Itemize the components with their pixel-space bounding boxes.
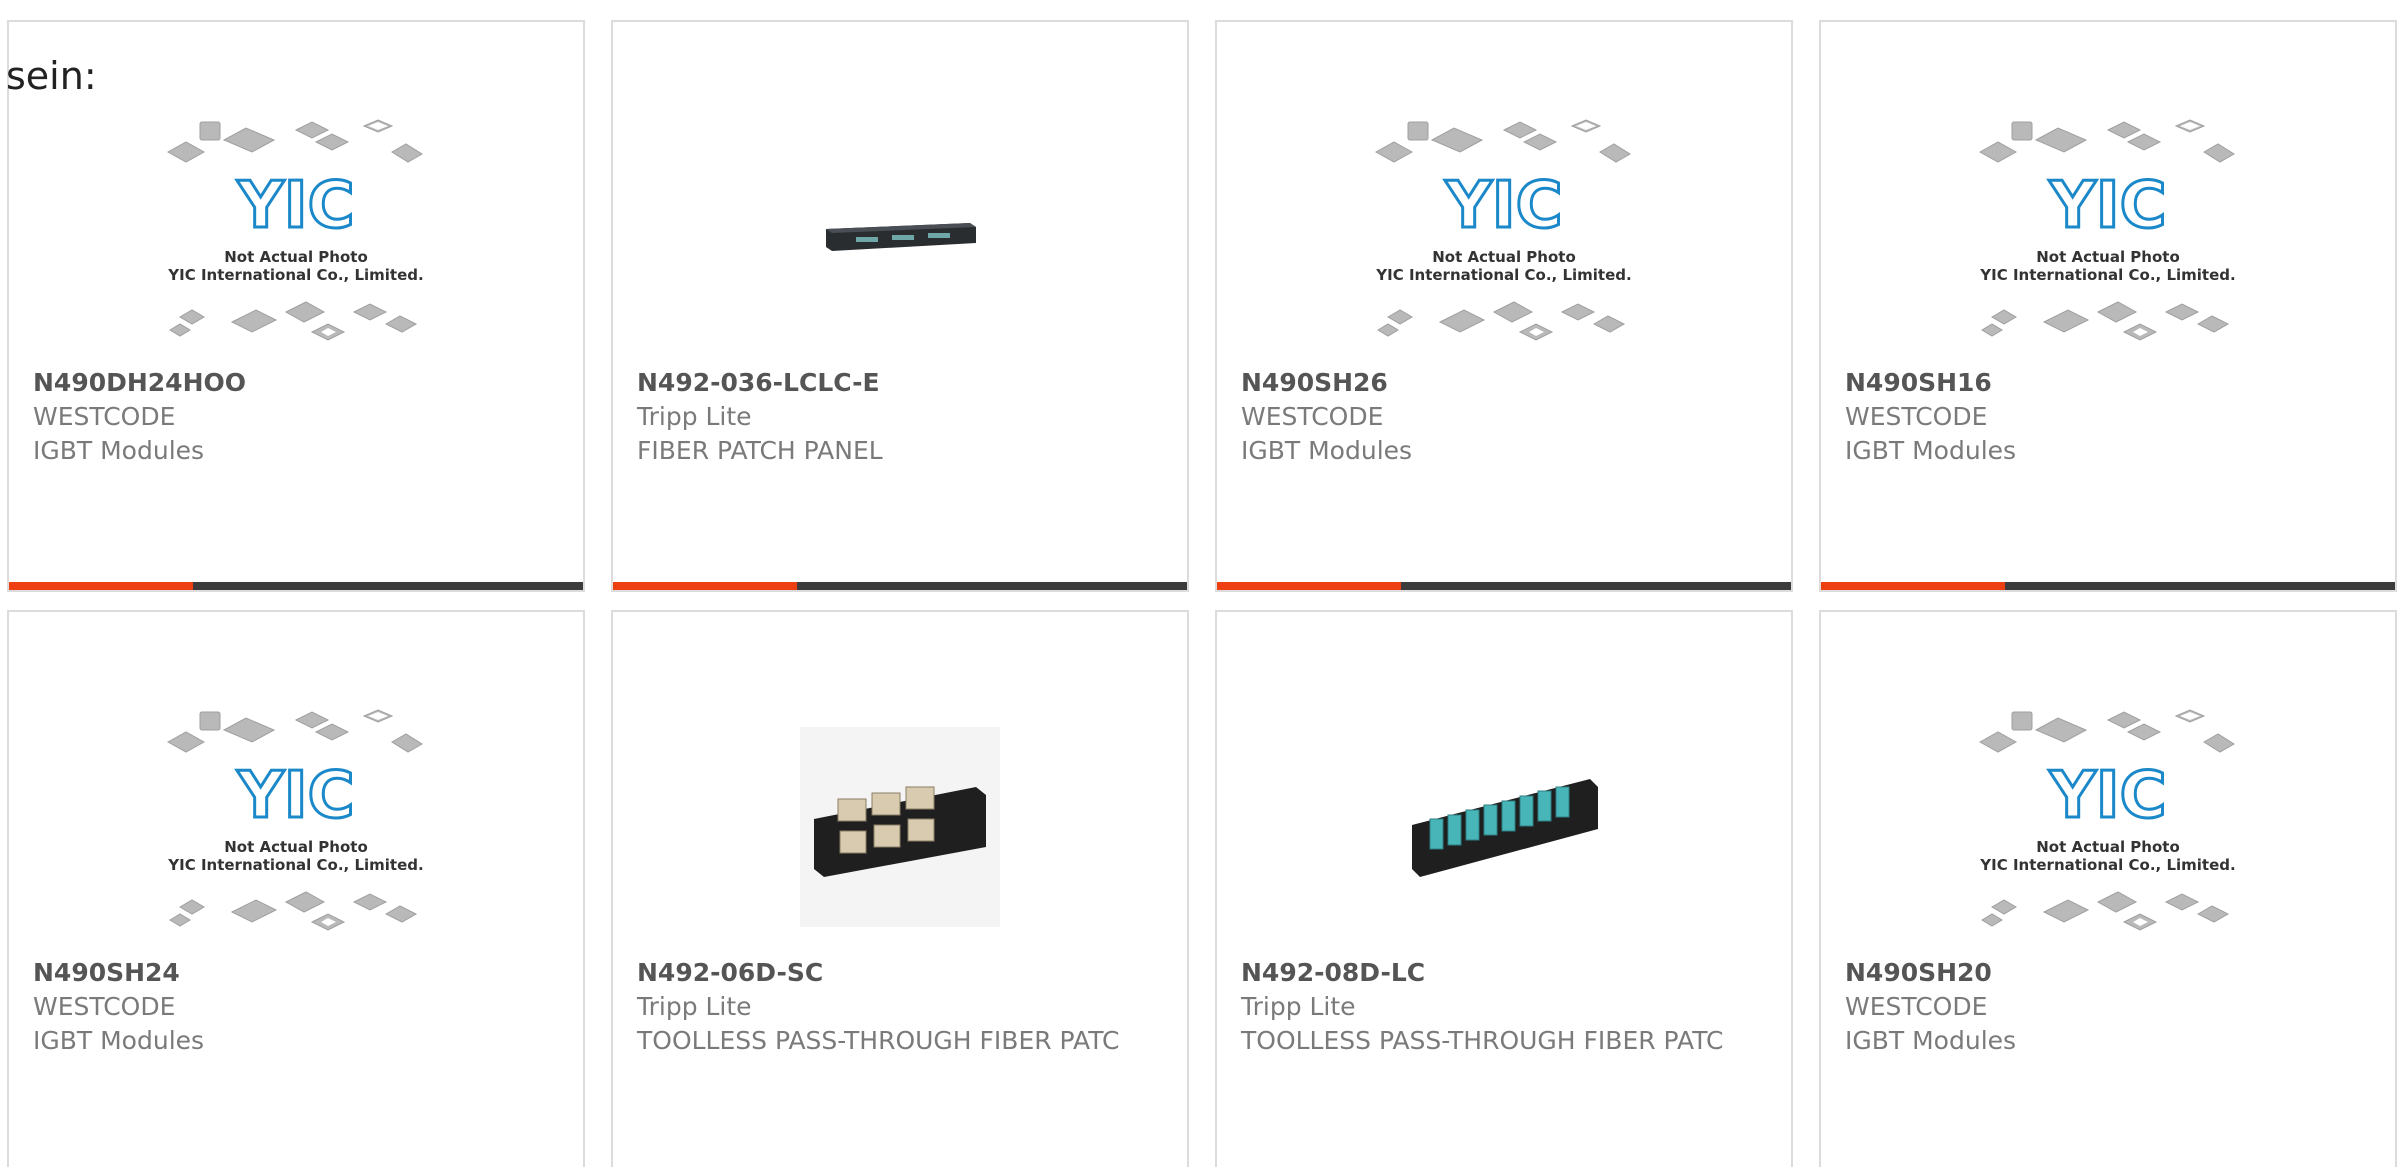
placeholder-line2: YIC International Co., Limited.: [1979, 266, 2235, 284]
product-description: IGBT Modules: [33, 1026, 205, 1055]
product-image-placeholder[interactable]: YIC Not Actual Photo YIC International C…: [9, 692, 583, 962]
product-image-placeholder[interactable]: YIC Not Actual Photo YIC International C…: [9, 102, 583, 372]
product-info: N492-08D-LC Tripp Lite TOOLLESS PASS-THR…: [1241, 956, 1771, 1058]
placeholder-line2: YIC International Co., Limited.: [1979, 856, 2235, 874]
card-accent-segment: [9, 582, 193, 590]
product-card[interactable]: N492-06D-SC Tripp Lite TOOLLESS PASS-THR…: [611, 610, 1189, 1167]
product-image[interactable]: [613, 692, 1187, 962]
lc-fiber-panel-image: [1412, 779, 1598, 877]
product-card[interactable]: YIC Not Actual Photo YIC International C…: [1215, 20, 1793, 592]
yic-placeholder-image: YIC Not Actual Photo YIC International C…: [1978, 709, 2236, 931]
card-accent-segment: [1217, 582, 1401, 590]
product-card[interactable]: N492-08D-LC Tripp Lite TOOLLESS PASS-THR…: [1215, 610, 1793, 1167]
product-image-placeholder[interactable]: YIC Not Actual Photo YIC International C…: [1821, 102, 2395, 372]
rack-patch-panel-image: [826, 223, 976, 251]
placeholder-line2: YIC International Co., Limited.: [167, 856, 423, 874]
product-part-number[interactable]: N492-036-LCLC-E: [637, 366, 1167, 400]
product-brand: Tripp Lite: [637, 402, 752, 431]
yic-placeholder-image: YIC Not Actual Photo YIC International C…: [1978, 119, 2236, 341]
product-card[interactable]: YIC Not Actual Photo YIC International C…: [7, 610, 585, 1167]
product-image[interactable]: [613, 102, 1187, 372]
product-brand: WESTCODE: [1845, 402, 1988, 431]
card-accent-segment: [1821, 582, 2005, 590]
card-accent-bar: [613, 582, 1187, 590]
product-info: N490SH16 WESTCODE IGBT Modules: [1845, 366, 2375, 468]
product-card[interactable]: YIC Not Actual Photo YIC International C…: [7, 20, 585, 592]
sc-fiber-panel-image: [800, 727, 1000, 927]
yic-logo: YIC: [2048, 169, 2166, 243]
product-description: IGBT Modules: [1845, 436, 2017, 465]
product-card[interactable]: YIC Not Actual Photo YIC International C…: [1819, 610, 2397, 1167]
yic-logo: YIC: [236, 169, 354, 243]
product-part-number[interactable]: N490SH26: [1241, 366, 1771, 400]
product-brand: Tripp Lite: [637, 992, 752, 1021]
product-part-number[interactable]: N490SH24: [33, 956, 563, 990]
product-description: IGBT Modules: [1845, 1026, 2017, 1055]
product-description: IGBT Modules: [33, 436, 205, 465]
yic-placeholder-image: YIC Not Actual Photo YIC International C…: [166, 119, 424, 341]
product-card[interactable]: N492-036-LCLC-E Tripp Lite FIBER PATCH P…: [611, 20, 1189, 592]
product-brand: WESTCODE: [1845, 992, 1988, 1021]
yic-logo: YIC: [236, 759, 354, 833]
placeholder-line1: Not Actual Photo: [224, 838, 368, 856]
yic-logo: YIC: [2048, 759, 2166, 833]
product-description: IGBT Modules: [1241, 436, 1413, 465]
product-part-number[interactable]: N492-06D-SC: [637, 956, 1167, 990]
product-image-placeholder[interactable]: YIC Not Actual Photo YIC International C…: [1821, 692, 2395, 962]
product-brand: WESTCODE: [33, 402, 176, 431]
product-description: TOOLLESS PASS-THROUGH FIBER PATC: [637, 1026, 1120, 1055]
product-info: N492-06D-SC Tripp Lite TOOLLESS PASS-THR…: [637, 956, 1167, 1058]
placeholder-line1: Not Actual Photo: [2036, 838, 2180, 856]
product-image-placeholder[interactable]: YIC Not Actual Photo YIC International C…: [1217, 102, 1791, 372]
product-grid-page: sein: YIC Not Actual Photo YIC Internati…: [0, 0, 2400, 1167]
product-brand: WESTCODE: [1241, 402, 1384, 431]
card-accent-bar: [1821, 582, 2395, 590]
product-brand: WESTCODE: [33, 992, 176, 1021]
product-info: N490SH26 WESTCODE IGBT Modules: [1241, 366, 1771, 468]
yic-placeholder-image: YIC Not Actual Photo YIC International C…: [166, 709, 424, 931]
placeholder-line1: Not Actual Photo: [2036, 248, 2180, 266]
card-accent-bar: [9, 582, 583, 590]
product-part-number[interactable]: N492-08D-LC: [1241, 956, 1771, 990]
product-info: N490DH24HOO WESTCODE IGBT Modules: [33, 366, 563, 468]
product-card[interactable]: YIC Not Actual Photo YIC International C…: [1819, 20, 2397, 592]
card-accent-bar: [1217, 582, 1791, 590]
placeholder-line2: YIC International Co., Limited.: [1375, 266, 1631, 284]
product-brand: Tripp Lite: [1241, 992, 1356, 1021]
yic-logo: YIC: [1444, 169, 1562, 243]
product-info: N490SH24 WESTCODE IGBT Modules: [33, 956, 563, 1058]
product-part-number[interactable]: N490SH20: [1845, 956, 2375, 990]
product-description: TOOLLESS PASS-THROUGH FIBER PATC: [1241, 1026, 1724, 1055]
card-accent-segment: [613, 582, 797, 590]
product-info: N492-036-LCLC-E Tripp Lite FIBER PATCH P…: [637, 366, 1167, 468]
placeholder-line1: Not Actual Photo: [224, 248, 368, 266]
product-part-number[interactable]: N490SH16: [1845, 366, 2375, 400]
product-image[interactable]: [1217, 692, 1791, 962]
product-info: N490SH20 WESTCODE IGBT Modules: [1845, 956, 2375, 1058]
product-description: FIBER PATCH PANEL: [637, 436, 883, 465]
yic-placeholder-image: YIC Not Actual Photo YIC International C…: [1374, 119, 1632, 341]
product-part-number[interactable]: N490DH24HOO: [33, 366, 563, 400]
placeholder-line1: Not Actual Photo: [1432, 248, 1576, 266]
intro-text: sein:: [6, 54, 97, 98]
placeholder-line2: YIC International Co., Limited.: [167, 266, 423, 284]
